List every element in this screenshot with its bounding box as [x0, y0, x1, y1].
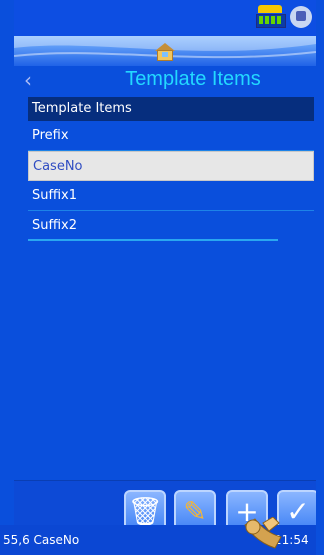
left-gutter: [0, 0, 14, 555]
list-item-label: CaseNo: [33, 159, 83, 174]
list-item-label: Suffix1: [32, 188, 78, 203]
right-gutter: [316, 0, 324, 555]
list-item-prefix[interactable]: Prefix: [28, 121, 314, 151]
footer-status: 55,6 CaseNo 21:54: [0, 525, 324, 555]
chevron-left-icon[interactable]: ‹: [24, 70, 32, 90]
home-icon[interactable]: [155, 43, 175, 61]
status-bar: [14, 0, 316, 36]
footer-time: 21:54: [274, 533, 309, 547]
template-items-list: Template Items Prefix CaseNo Suffix1 Suf…: [28, 97, 314, 241]
settings-icon[interactable]: [290, 6, 312, 28]
list-item-label: Prefix: [32, 128, 69, 143]
list-item-suffix2[interactable]: Suffix2: [28, 211, 314, 241]
list-item-suffix1[interactable]: Suffix1: [28, 181, 314, 211]
separator: [28, 239, 278, 241]
check-icon: ✓: [286, 495, 310, 528]
list-item-label: Suffix2: [32, 218, 78, 233]
device-screen: ‹ Template Items Template Items Prefix C…: [14, 0, 316, 555]
page-title: Template Items: [125, 68, 261, 90]
footer-left-text: 55,6 CaseNo: [3, 533, 80, 547]
trash-icon: 🗑: [127, 495, 163, 528]
edit-icon: ✎: [183, 495, 207, 528]
list-item-caseno[interactable]: CaseNo: [28, 151, 314, 181]
status-icons: [256, 4, 312, 28]
list-header: Template Items: [28, 97, 314, 121]
battery-icon: [256, 4, 286, 28]
plus-icon: +: [235, 495, 259, 528]
